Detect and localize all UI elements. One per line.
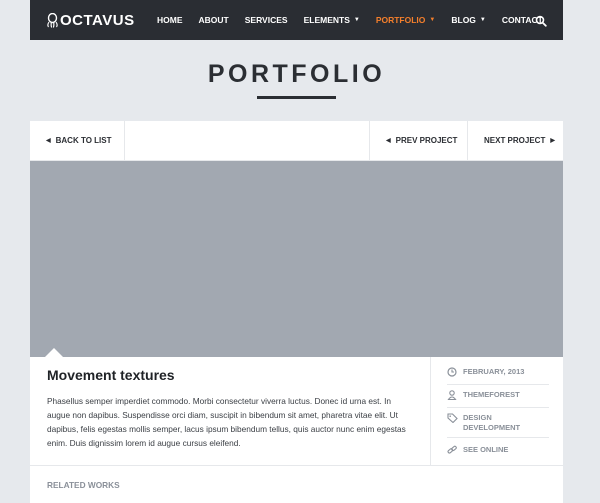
meta-category: DESIGN DEVELOPMENT [447,413,549,433]
related-works-heading: RELATED WORKS [47,480,120,490]
caret-down-icon: ▼ [429,17,436,23]
nav-item-blog[interactable]: BLOG ▼ [443,0,494,40]
triangle-left-icon: ◀ [386,138,391,144]
meta-divider [447,437,549,438]
project-pager: ◀ BACK TO LIST ◀ PREV PROJECT NEXT PROJE… [30,121,563,161]
meta-divider [447,407,549,408]
project-meta: FEBRUARY, 2013 THEMEFOREST DESIGN DEVELO… [430,357,563,465]
octopus-icon [47,12,58,28]
prev-project-button[interactable]: ◀ PREV PROJECT [369,121,467,160]
portfolio-card: ◀ BACK TO LIST ◀ PREV PROJECT NEXT PROJE… [30,121,563,503]
image-notch [45,348,63,357]
nav-item-home[interactable]: HOME [149,0,191,40]
caret-down-icon: ▼ [353,17,360,23]
brand-logo[interactable]: OCTAVUS [46,12,146,29]
page-title: PORTFOLIO [207,60,386,88]
project-image-placeholder [30,161,563,357]
section-divider [30,465,563,466]
search-icon[interactable] [535,14,547,27]
back-to-list-button[interactable]: ◀ BACK TO LIST [30,121,125,160]
meta-client: THEMEFOREST [447,390,549,400]
title-underline [257,96,336,99]
nav-item-elements[interactable]: ELEMENTS ▼ [296,0,368,40]
triangle-right-icon: ▶ [550,138,555,144]
next-project-button[interactable]: NEXT PROJECT ▶ [467,121,563,160]
nav-item-services[interactable]: SERVICES [237,0,296,40]
brand-name: OCTAVUS [60,11,135,29]
nav-item-portfolio[interactable]: PORTFOLIO ▼ [368,0,444,40]
link-icon [447,445,457,454]
triangle-left-icon: ◀ [46,138,51,144]
clock-icon [447,367,457,377]
project-title: Movement textures [47,367,175,383]
see-online-link[interactable]: SEE ONLINE [447,445,549,455]
caret-down-icon: ▼ [479,17,486,23]
meta-divider [447,384,549,385]
top-navbar: OCTAVUS HOME ABOUT SERVICES ELEMENTS ▼ PO… [30,0,563,40]
main-menu: HOME ABOUT SERVICES ELEMENTS ▼ PORTFOLIO ▼… [149,0,551,40]
user-icon [447,390,457,400]
project-description: Phasellus semper imperdiet commodo. Morb… [47,396,406,448]
tag-icon [447,413,458,423]
meta-date: FEBRUARY, 2013 [447,367,549,377]
nav-item-about[interactable]: ABOUT [191,0,237,40]
